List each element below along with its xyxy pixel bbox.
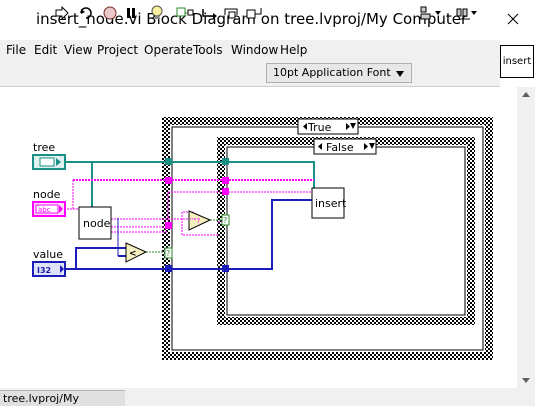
value-tunnel-outer bbox=[165, 265, 172, 272]
case-selector-inner-glyph: ? bbox=[223, 216, 227, 225]
tree-control-terminal[interactable] bbox=[32, 154, 66, 170]
node-subvi-label: node bbox=[83, 217, 111, 230]
inner-case-structure[interactable] bbox=[217, 137, 475, 325]
project-path: tree.lvproj/My Computer bbox=[3, 392, 79, 406]
block-diagram[interactable]: ? ? tree abc node I32 value node < ""? i… bbox=[0, 0, 517, 388]
less-than-symbol: < bbox=[129, 249, 137, 259]
tree-tunnel-inner bbox=[222, 158, 229, 165]
inner-case-selector-label: False bbox=[326, 141, 354, 154]
value-type-label: I32 bbox=[37, 266, 51, 275]
node-tunnel-inner-1 bbox=[222, 177, 229, 184]
vertical-scrollbar[interactable] bbox=[517, 87, 535, 388]
status-bar: tree.lvproj/My Computer bbox=[0, 390, 125, 406]
insert-subvi-label: insert bbox=[315, 197, 347, 210]
node-tunnel-outer-1 bbox=[165, 177, 172, 184]
tree-tunnel-outer bbox=[165, 158, 172, 165]
svg-text:""?: ""? bbox=[190, 217, 200, 225]
node-type-label: abc bbox=[38, 206, 51, 214]
case-selector-outer-glyph: ? bbox=[166, 249, 170, 258]
outer-case-selector-label: True bbox=[307, 121, 332, 134]
vertical-scrollbar-arrows bbox=[522, 92, 530, 383]
node-tunnel-outer-2 bbox=[165, 222, 172, 229]
tree-label: tree bbox=[33, 141, 55, 154]
node-label: node bbox=[33, 188, 61, 201]
value-label: value bbox=[33, 248, 63, 261]
node-tunnel-inner-2 bbox=[222, 188, 229, 195]
value-tunnel-inner bbox=[222, 265, 229, 272]
